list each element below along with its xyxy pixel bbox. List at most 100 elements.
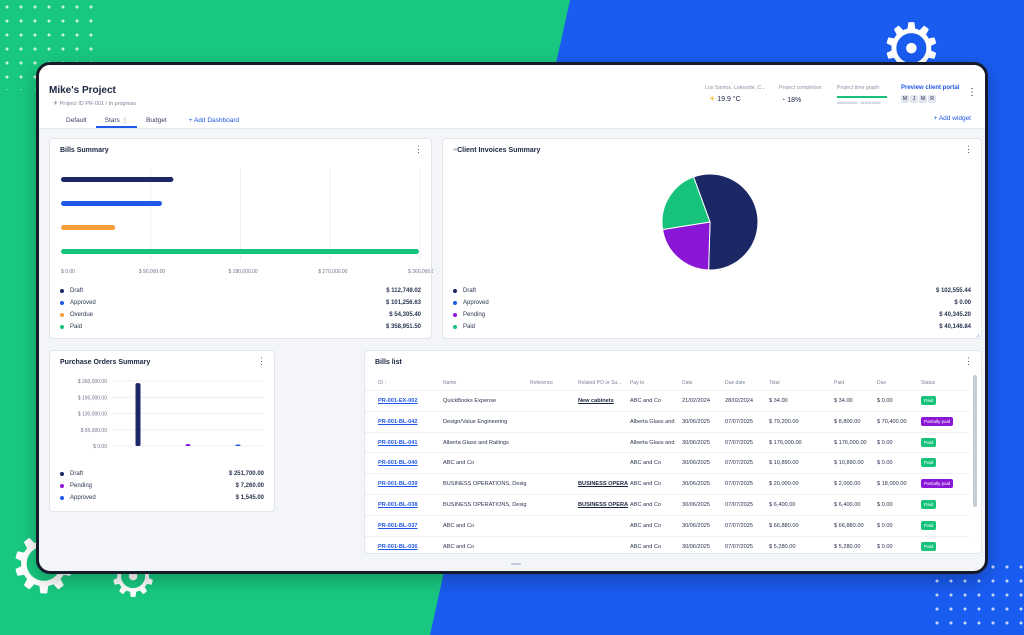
legend-label: Approved: [60, 300, 96, 306]
cell-id[interactable]: PR-001-BL-040: [378, 460, 438, 466]
cell-date: 30/06/2025: [682, 481, 710, 488]
avatar[interactable]: R: [928, 95, 936, 103]
bills-summary-chart: $ 0.00 $ 90,000.00 $ 180,000.00 $ 270,000.0…: [61, 169, 433, 275]
legend-item-draft[interactable]: Draft $ 102,555.44: [453, 286, 971, 296]
header-menu-icon[interactable]: ⋮: [967, 87, 977, 98]
column-header-total[interactable]: Total: [769, 380, 780, 386]
avatar[interactable]: M: [919, 95, 927, 103]
legend-item-approved[interactable]: Approved $ 0.00: [453, 298, 971, 308]
cell-id[interactable]: PR-001-BL-042: [378, 419, 438, 425]
tab-menu-icon[interactable]: ⋮: [122, 117, 129, 124]
legend-item-draft[interactable]: Draft $ 112,749.02: [60, 286, 421, 296]
cell-id[interactable]: PR-001-EX-002: [378, 398, 438, 404]
column-header-due[interactable]: Due: [877, 380, 886, 386]
status-badge: Paid: [921, 437, 937, 447]
legend-item-pending[interactable]: Pending $ 40,345.20: [453, 310, 971, 320]
resize-handle-icon[interactable]: ⌟: [976, 331, 979, 338]
cell-id[interactable]: PR-001-BL-037: [378, 523, 438, 529]
status-badge: Partially paid: [921, 416, 954, 426]
legend-item-pending[interactable]: Pending $ 7,260.00: [60, 481, 264, 491]
cell-id[interactable]: PR-001-BL-036: [378, 544, 438, 550]
table-row[interactable]: PR-001-BL-037 ABC and Co ABC and Co 30/06/2…: [365, 514, 969, 536]
column-header-pay-to[interactable]: Pay to: [630, 380, 644, 386]
completion-value: ◔ 18%: [781, 97, 802, 104]
cell-due: $ 0.00: [877, 543, 893, 550]
legend-label: Paid: [60, 324, 82, 330]
bar-draft: [61, 177, 174, 182]
legend-text: Approved: [70, 495, 96, 501]
cell-po[interactable]: New cabinets: [578, 398, 628, 404]
column-header-name[interactable]: Name: [443, 380, 456, 386]
bar-pending: [185, 444, 191, 446]
table-row[interactable]: PR-001-BL-038 BUSINESS OPERATIONS, Desig B…: [365, 494, 969, 515]
widget-menu-icon[interactable]: ⋮: [964, 357, 973, 366]
table-row[interactable]: PR-001-BL-042 Design/Value Engineering Alb…: [365, 410, 969, 432]
timegraph-label: Project time graph: [837, 85, 880, 91]
cell-due-date: 07/07/2025: [725, 418, 753, 425]
add-widget-button[interactable]: + Add widget: [934, 115, 971, 122]
cell-paid: $ 5,280.00: [834, 543, 861, 550]
legend-item-paid[interactable]: Paid $ 40,146.84: [453, 322, 971, 332]
legend-text: Pending: [70, 483, 93, 489]
legend-item-approved[interactable]: Approved $ 1,545.00: [60, 493, 264, 503]
legend-dot: [60, 484, 64, 488]
cell-name: Design/Value Engineering: [443, 418, 508, 425]
tab-default[interactable]: Default: [57, 115, 96, 128]
cell-po[interactable]: BUSINESS OPERA: [578, 502, 628, 508]
cell-total: $ 10,890.00: [769, 460, 799, 467]
avatar[interactable]: M: [901, 95, 909, 103]
column-header-status[interactable]: Status: [921, 380, 935, 386]
legend-value: $ 40,345.20: [939, 312, 971, 318]
table-row[interactable]: PR-001-EX-002 QuickBooks Expense New cabin…: [365, 390, 969, 411]
add-dashboard-button[interactable]: + Add Dashboard: [180, 115, 248, 128]
bar-overdue: [61, 225, 116, 230]
cell-paid: $ 8,800.00: [834, 418, 861, 425]
tab-stars[interactable]: Stars ⋮: [95, 115, 138, 128]
tab-budget[interactable]: Budget: [137, 115, 176, 128]
cell-id[interactable]: PR-001-BL-038: [378, 502, 438, 508]
legend-dot: [60, 496, 64, 500]
column-header-reference[interactable]: Reference: [530, 380, 553, 386]
cell-po[interactable]: BUSINESS OPERA: [578, 481, 628, 487]
scrollbar[interactable]: [973, 375, 977, 507]
preview-client-portal-link[interactable]: Preview client portal: [901, 85, 959, 91]
project-subtitle: ✈ Project ID PR-001 / In progress: [53, 101, 136, 107]
legend-item-overdue[interactable]: Overdue $ 54,305.40: [60, 310, 421, 320]
legend-value: $ 0.00: [954, 300, 971, 306]
x-tick-label: $ 270,000.00: [318, 269, 347, 275]
cell-due: $ 0.00: [877, 398, 893, 404]
cell-due: $ 70,400.00: [877, 418, 907, 425]
cell-due: $ 0.00: [877, 522, 893, 529]
column-header-paid[interactable]: Paid: [834, 380, 844, 386]
column-header-due-date[interactable]: Due date: [725, 380, 745, 386]
bar-approved: [61, 201, 162, 206]
legend-item-paid[interactable]: Paid $ 358,951.50: [60, 322, 421, 332]
plus-icon: +: [188, 117, 193, 124]
client-invoices-card: ≡Client Invoices Summary ⋮ Draft $ 102,55…: [442, 138, 982, 339]
column-header-id[interactable]: ID ↑: [378, 380, 387, 386]
legend-dot: [60, 325, 64, 329]
legend-item-draft[interactable]: Draft $ 251,700.00: [60, 469, 264, 479]
cell-name: ABC and Co: [443, 460, 475, 467]
table-row[interactable]: PR-001-BL-041 Alberta Glass and Railings A…: [365, 431, 969, 453]
table-row[interactable]: PR-001-BL-040 ABC and Co ABC and Co 30/06/2…: [365, 452, 969, 473]
y-tick-label: $ 0.00: [93, 444, 107, 450]
cell-id[interactable]: PR-001-BL-041: [378, 440, 438, 446]
avatar[interactable]: J: [910, 95, 918, 103]
legend-item-approved[interactable]: Approved $ 101,256.63: [60, 298, 421, 308]
table-row[interactable]: PR-001-BL-036 ABC and Co ABC and Co 30/06/2…: [365, 535, 969, 553]
legend-value: $ 112,749.02: [386, 288, 421, 294]
cell-due: $ 18,000.00: [877, 481, 907, 488]
cell-total: $ 5,280.00: [769, 543, 796, 550]
cell-payto: ABC and Co: [630, 481, 662, 488]
column-header-date[interactable]: Date: [682, 380, 693, 386]
legend-dot: [453, 325, 457, 329]
legend-value: $ 358,951.50: [385, 324, 421, 330]
legend-text: Approved: [70, 300, 96, 306]
table-row[interactable]: PR-001-BL-039 BUSINESS OPERATIONS, Desig B…: [365, 473, 969, 494]
x-tick-label: $ 180,000.00: [229, 269, 258, 275]
legend-dot: [60, 301, 64, 305]
cell-id[interactable]: PR-001-BL-039: [378, 481, 438, 487]
cell-date: 30/06/2025: [682, 418, 710, 425]
column-header-related-po-or-su[interactable]: Related PO or Su...: [578, 380, 621, 386]
